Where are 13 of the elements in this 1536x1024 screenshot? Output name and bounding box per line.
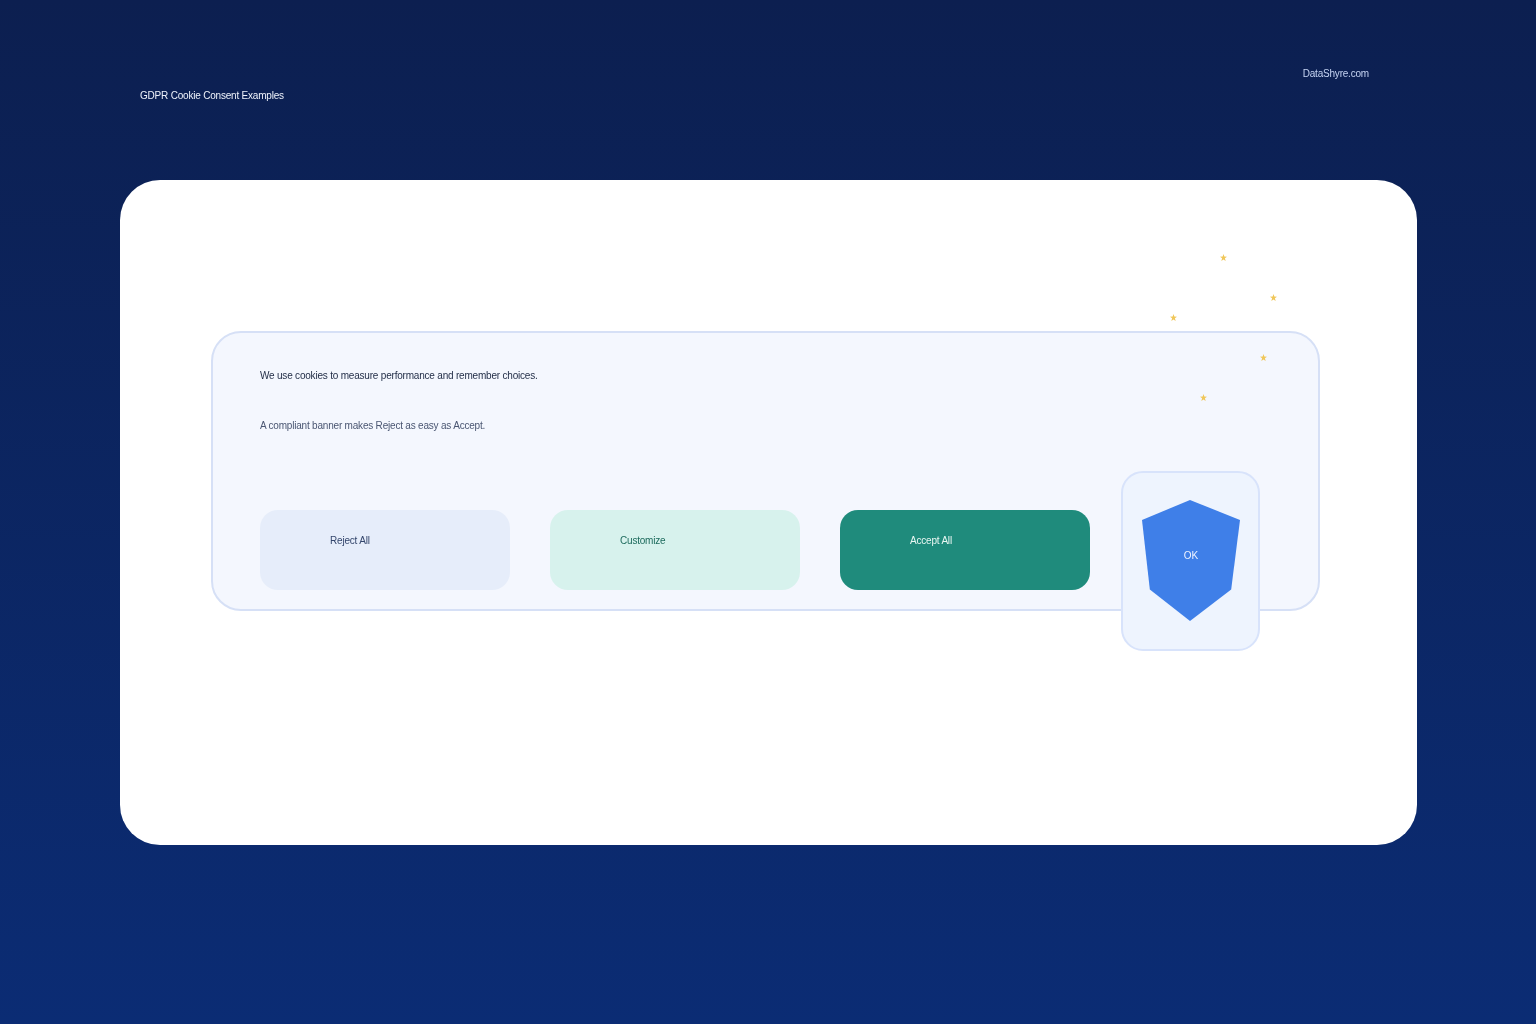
site-name: DataShyre.com <box>1302 68 1369 80</box>
sparkle-star-icon <box>1260 354 1267 361</box>
sparkle-star-icon <box>1170 314 1177 321</box>
reject-button[interactable]: Reject All <box>260 510 510 590</box>
sparkle-star-icon <box>1200 394 1207 401</box>
banner-message: We use cookies to measure performance and remember choices. <box>260 370 538 382</box>
shield-badge: OK <box>1142 500 1240 621</box>
sparkle-star-icon <box>1270 294 1277 301</box>
sparkle-star-icon <box>1220 254 1227 261</box>
accept-button[interactable]: Accept All <box>840 510 1090 590</box>
customize-button[interactable]: Customize <box>550 510 800 590</box>
banner-note: A compliant banner makes Reject as easy as Accept. <box>260 420 486 432</box>
page-title: GDPR Cookie Consent Examples <box>140 90 284 102</box>
